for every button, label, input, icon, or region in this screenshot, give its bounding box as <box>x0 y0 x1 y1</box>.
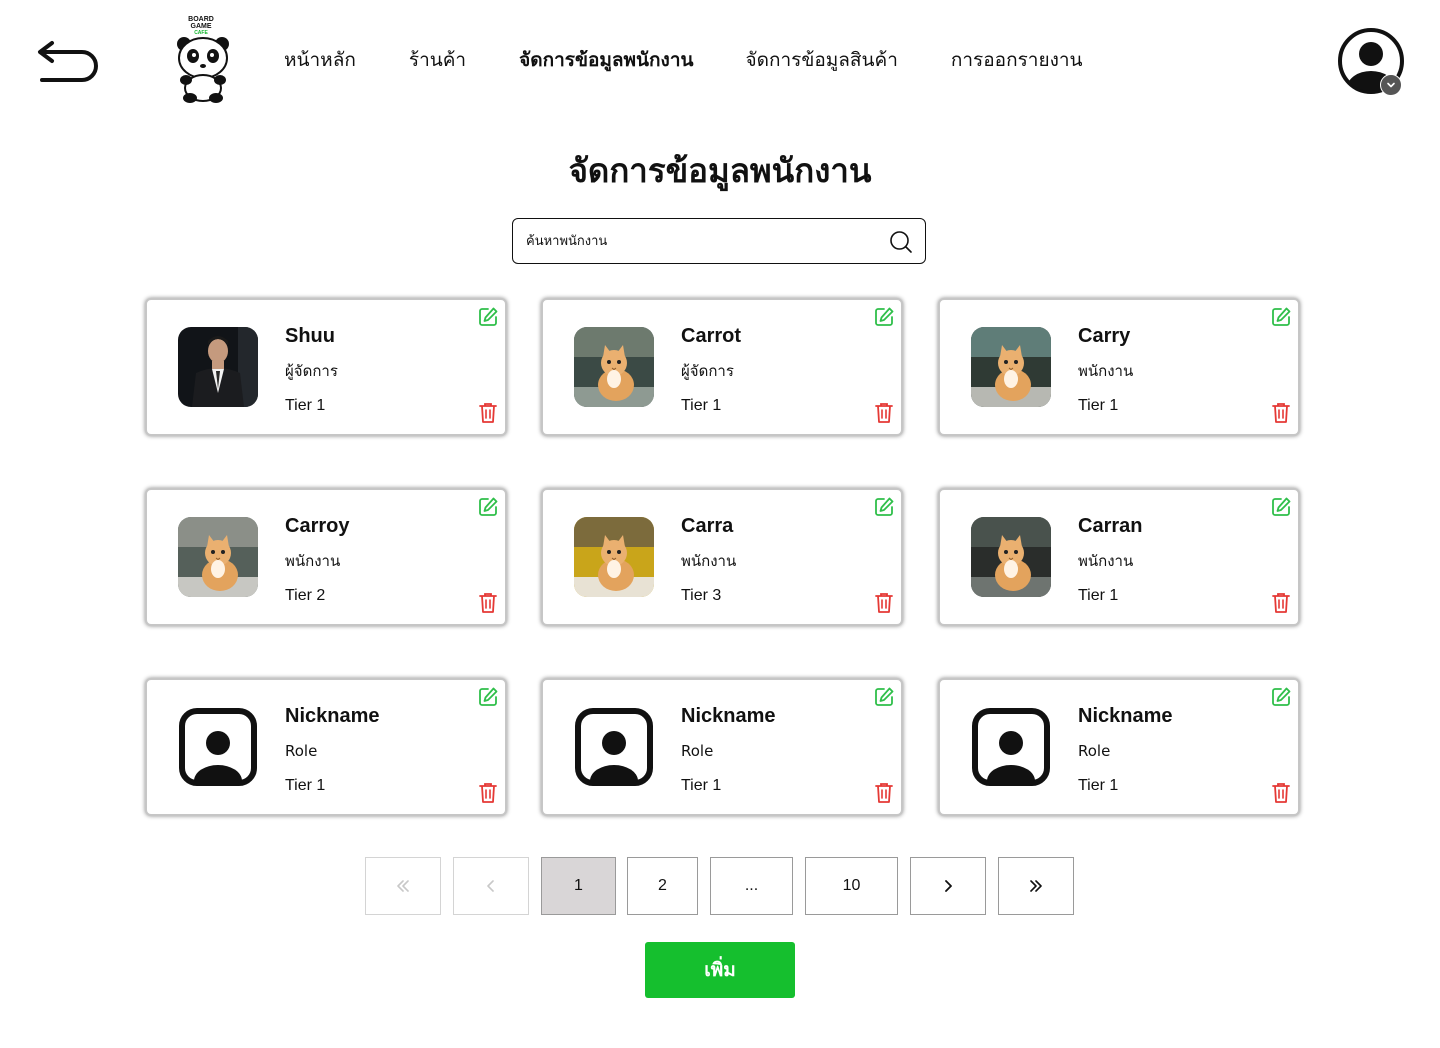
trash-icon[interactable] <box>875 402 893 424</box>
employee-nickname: Carroy <box>285 515 350 537</box>
edit-icon[interactable] <box>873 306 895 328</box>
employee-card[interactable]: Carran พนักงาน Tier 1 <box>938 488 1300 626</box>
employee-nickname: Carry <box>1078 325 1131 347</box>
employee-card[interactable]: Shuu ผู้จัดการ Tier 1 <box>145 298 507 436</box>
first-page-button[interactable] <box>365 857 441 915</box>
nav-item-employee-management[interactable]: จัดการข้อมูลพนักงาน <box>519 44 693 76</box>
employee-nickname: Carra <box>681 515 734 537</box>
nav-item-reports[interactable]: การออกรายงาน <box>951 44 1083 76</box>
employee-role: ผู้จัดการ <box>285 362 338 380</box>
search-icon[interactable] <box>889 230 913 254</box>
employee-tier: Tier 1 <box>1078 777 1119 794</box>
edit-icon[interactable] <box>873 496 895 518</box>
panda-logo-icon <box>177 37 229 103</box>
employee-card[interactable]: Carra พนักงาน Tier 3 <box>541 488 903 626</box>
edit-icon[interactable] <box>873 686 895 708</box>
employee-nickname: Carran <box>1078 515 1143 537</box>
back-button[interactable] <box>34 34 102 90</box>
avatar-placeholder-icon <box>178 707 258 787</box>
employee-tier: Tier 1 <box>1078 397 1119 414</box>
trash-icon[interactable] <box>875 592 893 614</box>
search-box <box>512 218 926 264</box>
page-button-2[interactable]: 2 <box>627 857 698 915</box>
employee-tier: Tier 1 <box>681 777 722 794</box>
nav-item-product-management[interactable]: จัดการข้อมูลสินค้า <box>745 44 897 76</box>
edit-icon[interactable] <box>1270 686 1292 708</box>
next-page-button[interactable] <box>910 857 986 915</box>
trash-icon[interactable] <box>1272 592 1290 614</box>
employee-role: Role <box>1078 742 1111 760</box>
employee-role: Role <box>681 742 714 760</box>
edit-icon[interactable] <box>1270 496 1292 518</box>
trash-icon[interactable] <box>1272 402 1290 424</box>
employee-role: พนักงาน <box>681 552 737 570</box>
employee-photo <box>574 517 654 597</box>
employee-nickname: Nickname <box>681 705 776 727</box>
employee-role: Role <box>285 742 318 760</box>
trash-icon[interactable] <box>875 782 893 804</box>
employee-photo <box>574 327 654 407</box>
chevron-down-icon[interactable] <box>1380 74 1402 96</box>
page-button-10[interactable]: 10 <box>805 857 898 915</box>
employee-tier: Tier 1 <box>285 777 326 794</box>
edit-icon[interactable] <box>477 306 499 328</box>
edit-icon[interactable] <box>1270 306 1292 328</box>
employee-photo <box>971 517 1051 597</box>
double-chevron-left-icon <box>397 880 409 892</box>
employee-role: พนักงาน <box>1078 552 1134 570</box>
nav-item-store[interactable]: ร้านค้า <box>409 44 466 76</box>
employee-tier: Tier 1 <box>681 397 722 414</box>
edit-icon[interactable] <box>477 496 499 518</box>
employee-nickname: Nickname <box>285 705 380 727</box>
employee-photo <box>971 327 1051 407</box>
trash-icon[interactable] <box>1272 782 1290 804</box>
employee-role: พนักงาน <box>285 552 341 570</box>
avatar-placeholder-icon <box>574 707 654 787</box>
trash-icon[interactable] <box>479 592 497 614</box>
page-title: จัดการข้อมูลพนักงาน <box>568 151 872 190</box>
employee-role: ผู้จัดการ <box>681 362 734 380</box>
chevron-left-icon <box>487 880 494 892</box>
employee-nickname: Nickname <box>1078 705 1173 727</box>
prev-page-button[interactable] <box>453 857 529 915</box>
employee-photo <box>178 327 258 407</box>
employee-card[interactable]: Nickname Role Tier 1 <box>938 678 1300 816</box>
employee-card[interactable]: Nickname Role Tier 1 <box>541 678 903 816</box>
page-ellipsis[interactable]: ... <box>710 857 793 915</box>
employee-nickname: Carrot <box>681 325 742 347</box>
employee-tier: Tier 3 <box>681 587 722 604</box>
employee-nickname: Shuu <box>285 325 335 347</box>
edit-icon[interactable] <box>477 686 499 708</box>
employee-photo <box>178 517 258 597</box>
search-input[interactable] <box>526 219 886 263</box>
add-employee-button[interactable]: เพิ่ม <box>645 942 795 998</box>
trash-icon[interactable] <box>479 402 497 424</box>
trash-icon[interactable] <box>479 782 497 804</box>
chevron-right-icon <box>945 880 952 892</box>
avatar-placeholder-icon <box>971 707 1051 787</box>
nav-item-home[interactable]: หน้าหลัก <box>284 44 356 76</box>
employee-card[interactable]: Carrot ผู้จัดการ Tier 1 <box>541 298 903 436</box>
last-page-button[interactable] <box>998 857 1074 915</box>
employee-card[interactable]: Carry พนักงาน Tier 1 <box>938 298 1300 436</box>
employee-tier: Tier 1 <box>285 397 326 414</box>
employee-card[interactable]: Carroy พนักงาน Tier 2 <box>145 488 507 626</box>
page-button-1[interactable]: 1 <box>541 857 616 915</box>
employee-card[interactable]: Nickname Role Tier 1 <box>145 678 507 816</box>
employee-tier: Tier 2 <box>285 587 326 604</box>
employee-role: พนักงาน <box>1078 362 1134 380</box>
main-nav: หน้าหลัก ร้านค้า จัดการข้อมูลพนักงาน จัด… <box>284 44 1083 76</box>
back-arrow-icon <box>38 41 98 82</box>
employee-tier: Tier 1 <box>1078 587 1119 604</box>
logo[interactable]: BOARD GAME CAFE <box>170 14 236 104</box>
double-chevron-right-icon <box>1030 880 1042 892</box>
